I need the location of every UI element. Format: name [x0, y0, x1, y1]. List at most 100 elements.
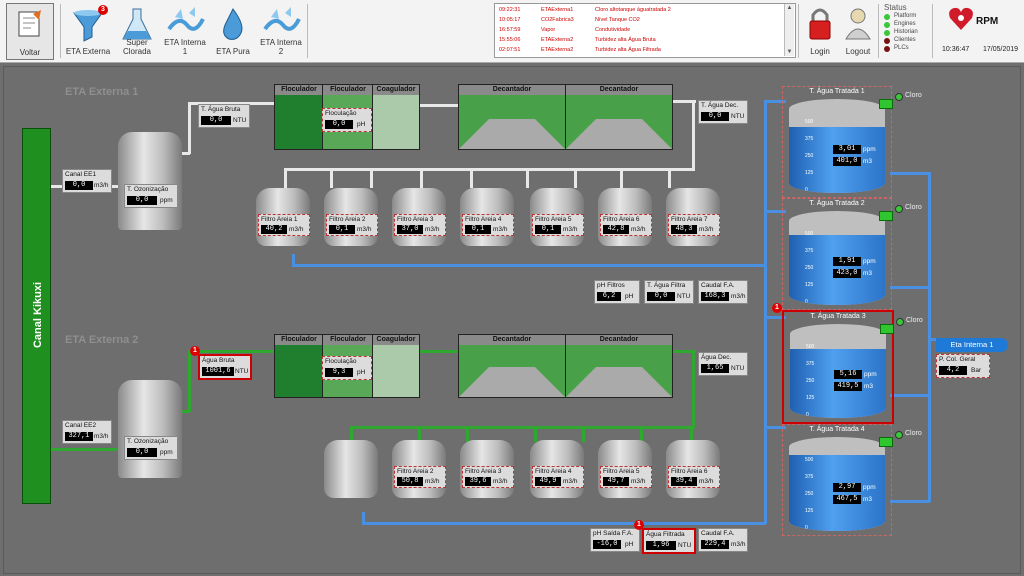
scroll-down-icon[interactable]: ▼ — [785, 49, 794, 55]
divider — [307, 4, 308, 58]
alarm-badge[interactable]: 1 — [772, 303, 782, 313]
pipe-segment — [692, 100, 695, 170]
tab-super-clorada[interactable]: Super Clorada — [114, 3, 160, 58]
scale-tick: 250 — [805, 265, 814, 271]
pipe-segment — [362, 512, 365, 524]
chlorine-label: Cloro — [905, 204, 922, 211]
alarm-list[interactable]: 09:22:31 ETAExterna1 Cloro altotanque água… — [494, 3, 796, 58]
status-item: Platform — [884, 13, 928, 21]
alarm-row[interactable]: 09:22:31 ETAExterna1 Cloro altotanque água… — [495, 6, 783, 15]
decanter-2a: Decantador — [458, 334, 566, 398]
filter-unit: m3/h — [357, 226, 372, 233]
status-label: PLCs — [894, 45, 909, 51]
alarm-row[interactable]: 16:57:59 Vapor Condutividade — [495, 26, 783, 35]
basin-label: Floculador — [330, 336, 366, 343]
treated-water-tank[interactable]: T. Água Tratada 3 500 375 250 125 0 5,16 ppm 419… — [782, 310, 923, 424]
filter-label: Filtro Areia 3 — [465, 468, 502, 475]
decanter-2b: Decantador — [565, 334, 673, 398]
scale-tick: 375 — [806, 361, 815, 367]
canal-kikuxi: Canal Kikuxi — [22, 128, 51, 504]
volume-value: 423,0 — [833, 269, 861, 278]
filter-panel: Filtro Areia 5 49,7 m3/h — [600, 466, 652, 488]
value: 1,96 — [646, 541, 676, 550]
sand-filter[interactable]: Filtro Areia 7 48,3 m3/h — [666, 188, 720, 260]
alarm-row[interactable]: 10:05:17 CO2Fabrica3 Nível Tanque CO2 — [495, 16, 783, 25]
status-item: Engines — [884, 21, 928, 29]
status-label: Platform — [894, 13, 917, 19]
pipe-segment — [370, 168, 373, 188]
status-label: Clientes — [894, 37, 916, 43]
alarm-badge[interactable]: 1 — [634, 520, 644, 530]
pressure-panel: P. Col. Geral 4,2 Bar — [936, 354, 990, 378]
sand-filter[interactable]: Filtro Areia 2 50,8 m3/h — [392, 440, 446, 512]
value: 229,4 — [701, 540, 729, 549]
alarm-list-scrollbar[interactable]: ▲ ▼ — [784, 4, 794, 56]
sand-filter[interactable]: Filtro Areia 4 49,9 m3/h — [530, 440, 584, 512]
back-label: Voltar — [19, 48, 41, 57]
tab-eta-externa[interactable]: 3 ETA Externa — [64, 3, 112, 58]
basin-label: Floculador — [281, 336, 317, 343]
tab-eta-interna-1[interactable]: ETA Interna 1 — [162, 3, 208, 58]
unit: NTU — [731, 113, 745, 120]
pipe-segment — [928, 338, 936, 341]
basin-label: Decantador — [599, 86, 639, 93]
scroll-up-icon[interactable]: ▲ — [785, 5, 794, 11]
treated-water-tank[interactable]: T. Água Tratada 1 500 375 250 125 0 3,01 ppm 401… — [782, 86, 922, 198]
sand-filter[interactable]: Filtro Areia 2 0,1 m3/h — [324, 188, 378, 260]
tab-eta-pura[interactable]: ETA Pura — [210, 3, 256, 58]
clock-date: 17/05/2019 — [983, 46, 1019, 53]
pipe-segment — [890, 286, 930, 289]
sand-filter[interactable]: Filtro Areia 3 39,6 m3/h — [460, 440, 514, 512]
tab-eta-interna-2[interactable]: ETA Interna 2 — [258, 3, 304, 58]
scale-tick: 375 — [805, 248, 814, 254]
alarm-row[interactable]: 15:55:06 ETAExterna2 Turbidez alta Água Br… — [495, 36, 783, 45]
filter-label: Filtro Areia 7 — [671, 216, 708, 223]
sand-filter[interactable]: Filtro Areia 5 0,1 m3/h — [530, 188, 584, 260]
chlorine-label: Cloro — [905, 92, 922, 99]
treated-water-tank[interactable]: T. Água Tratada 2 500 375 250 125 0 1,91 ppm 423… — [782, 198, 922, 310]
alarm-time: 16:57:59 — [499, 27, 521, 33]
alarm-row[interactable]: 02:07:51 ETAExterna2 Turbidez alta Água Fi… — [495, 46, 783, 55]
sand-filter[interactable]: Filtro Areia 1 40,2 m3/h — [256, 188, 310, 260]
lock-icon — [809, 8, 831, 40]
tab-label: ETA Interna 1 — [164, 38, 206, 56]
brand-text: RPM — [976, 16, 999, 27]
basin-label: Floculador — [281, 86, 317, 93]
filter-value: 50,8 — [397, 477, 423, 486]
sand-filter[interactable]: Filtro Areia 6 39,4 m3/h — [666, 440, 720, 512]
pipe-segment — [692, 350, 695, 426]
pipe-segment — [764, 100, 767, 524]
alarm-badge[interactable]: 1 — [190, 346, 200, 356]
value: 168,3 — [701, 292, 729, 301]
top-toolbar: Voltar 3 ETA Externa Super Clorada ETA I… — [0, 0, 1024, 63]
filter-unit: m3/h — [563, 226, 578, 233]
back-button[interactable]: Voltar — [6, 3, 54, 60]
pipe-segment — [284, 168, 695, 171]
unit: NTU — [235, 368, 249, 375]
back-icon — [18, 10, 41, 37]
alarm-time: 15:55:06 — [499, 37, 521, 43]
sand-filter[interactable]: Filtro Areia 4 0,1 m3/h — [460, 188, 514, 260]
filtered-water-panel-2[interactable]: Água Filtrada 1,96 NTU — [642, 528, 696, 554]
sand-filter[interactable]: Filtro Areia 6 42,8 m3/h — [598, 188, 652, 260]
canal-label: Canal Kikuxi — [32, 281, 44, 349]
coagulator-1: Coagulador — [372, 84, 420, 150]
raw-water-panel-2[interactable]: Água Bruta 1001,6 NTU — [198, 354, 252, 380]
clock-time: 10:36:47 — [942, 46, 970, 53]
label: T. Água Bruta — [201, 106, 241, 113]
label: T. Ozonização — [127, 438, 169, 445]
scale-tick: 0 — [805, 299, 808, 305]
tank-title: T. Água Tratada 3 — [810, 313, 866, 320]
alarm-message: Cloro altotanque águatratada 2 — [595, 7, 671, 13]
login-button[interactable]: Login — [802, 3, 838, 58]
chlorine-value: 3,01 — [833, 145, 861, 154]
logout-button[interactable]: Logout — [840, 3, 876, 58]
sand-filter[interactable]: Filtro Areia 3 37,0 m3/h — [392, 188, 446, 260]
treated-water-tank[interactable]: T. Água Tratada 4 500 375 250 125 0 2,97 ppm 467… — [782, 424, 922, 536]
tank-title: T. Água Tratada 4 — [809, 426, 865, 433]
decanter-1a: Decantador — [458, 84, 566, 150]
eta-interna-1-target[interactable]: Eta Interna 1 — [936, 338, 1008, 352]
sand-filter[interactable]: Filtro Areia 5 49,7 m3/h — [598, 440, 652, 512]
status-label: Engines — [894, 21, 916, 27]
alarm-source: ETAExterna1 — [541, 7, 574, 13]
